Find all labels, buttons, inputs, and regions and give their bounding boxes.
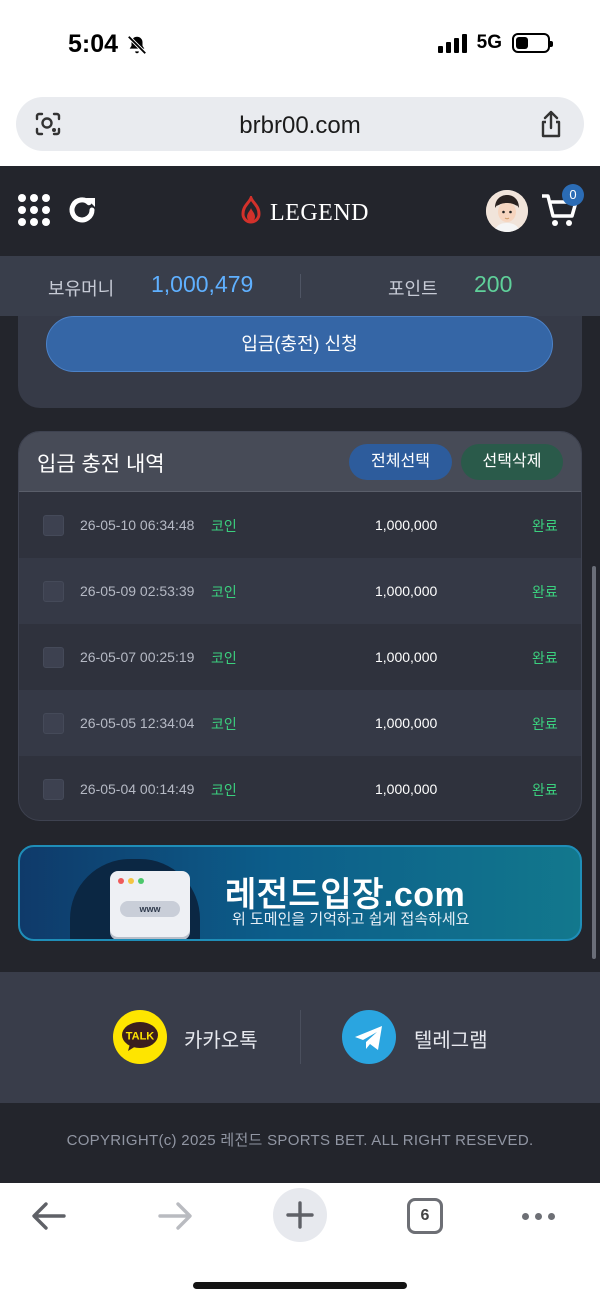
delete-selected-button[interactable]: 선택삭제 bbox=[461, 444, 563, 480]
signal-icon bbox=[437, 33, 467, 53]
row-amount: 1,000,000 bbox=[375, 583, 438, 599]
history-row: 26-05-04 00:14:49 코인 1,000,000 완료 bbox=[19, 756, 581, 820]
money-label: 보유머니 bbox=[48, 279, 115, 299]
new-tab-button[interactable] bbox=[273, 1188, 327, 1242]
flame-logo-icon bbox=[241, 196, 261, 224]
www-label: www bbox=[120, 901, 180, 917]
deposit-card: 입금(충전) 신청 bbox=[18, 316, 582, 408]
bell-slash-icon bbox=[127, 34, 147, 55]
status-bar: 5:04 5G bbox=[0, 0, 600, 90]
row-date: 26-05-09 02:53:39 bbox=[80, 583, 195, 599]
row-date: 26-05-04 00:14:49 bbox=[80, 781, 195, 797]
site-logo[interactable]: LEGEND bbox=[238, 196, 369, 230]
row-status: 완료 bbox=[532, 782, 558, 798]
point-label: 포인트 bbox=[388, 279, 438, 299]
row-amount: 1,000,000 bbox=[375, 715, 438, 731]
copyright-text: COPYRIGHT(c) 2025 레전드 SPORTS BET. ALL RI… bbox=[0, 1103, 600, 1183]
kakaotalk-label[interactable]: 카카오톡 bbox=[184, 1024, 258, 1053]
row-type: 코인 bbox=[211, 518, 237, 534]
row-date: 26-05-07 00:25:19 bbox=[80, 649, 195, 665]
network-type: 5G bbox=[476, 32, 502, 53]
telegram-label[interactable]: 텔레그램 bbox=[414, 1024, 488, 1053]
url-text: brbr00.com bbox=[239, 112, 361, 139]
row-status: 완료 bbox=[532, 584, 558, 600]
status-time-group: 5:04 bbox=[68, 30, 148, 59]
domain-banner[interactable]: www 레전드입장.com 위 도메인을 기억하고 쉽게 접속하세요 bbox=[18, 845, 582, 941]
kakaotalk-icon[interactable]: TALK bbox=[113, 1010, 167, 1064]
telegram-icon[interactable] bbox=[342, 1010, 396, 1064]
more-options-icon[interactable] bbox=[522, 1213, 555, 1220]
select-all-button[interactable]: 전체선택 bbox=[349, 444, 452, 480]
row-status: 완료 bbox=[532, 650, 558, 666]
row-amount: 1,000,000 bbox=[375, 517, 438, 533]
browser-window-icon: www bbox=[110, 871, 190, 937]
row-date: 26-05-10 06:34:48 bbox=[80, 517, 195, 533]
share-icon[interactable] bbox=[538, 109, 564, 144]
row-type: 코인 bbox=[211, 650, 237, 666]
status-indicators: 5G bbox=[437, 32, 553, 54]
balance-divider bbox=[300, 274, 301, 298]
row-amount: 1,000,000 bbox=[375, 649, 438, 665]
home-indicator bbox=[193, 1282, 407, 1289]
row-checkbox[interactable] bbox=[43, 647, 64, 668]
row-type: 코인 bbox=[211, 782, 237, 798]
row-date: 26-05-05 12:34:04 bbox=[80, 715, 195, 731]
cart-count-badge: 0 bbox=[562, 184, 584, 206]
grid-menu-icon[interactable] bbox=[18, 194, 50, 226]
avatar[interactable] bbox=[486, 190, 528, 232]
row-type: 코인 bbox=[211, 716, 237, 732]
banner-subtitle: 위 도메인을 기억하고 쉽게 접속하세요 bbox=[232, 911, 470, 928]
social-divider bbox=[300, 1010, 301, 1064]
battery-level bbox=[516, 37, 528, 49]
address-bar[interactable]: brbr00.com bbox=[16, 97, 584, 151]
money-value: 1,000,479 bbox=[151, 271, 254, 297]
logo-text: LEGEND bbox=[270, 199, 369, 226]
row-checkbox[interactable] bbox=[43, 713, 64, 734]
row-amount: 1,000,000 bbox=[375, 781, 438, 797]
row-checkbox[interactable] bbox=[43, 779, 64, 800]
row-type: 코인 bbox=[211, 584, 237, 600]
back-arrow-icon[interactable] bbox=[30, 1199, 68, 1238]
row-checkbox[interactable] bbox=[43, 581, 64, 602]
tab-count-button[interactable]: 6 bbox=[407, 1198, 443, 1234]
deposit-history-card: 입금 충전 내역 전체선택 선택삭제 26-05-10 06:34:48 코인 … bbox=[18, 431, 582, 821]
row-status: 완료 bbox=[532, 518, 558, 534]
row-checkbox[interactable] bbox=[43, 515, 64, 536]
history-row: 26-05-05 12:34:04 코인 1,000,000 완료 bbox=[19, 690, 581, 756]
history-row: 26-05-10 06:34:48 코인 1,000,000 완료 bbox=[19, 492, 581, 558]
forward-arrow-icon[interactable] bbox=[156, 1199, 194, 1238]
balance-bar: 보유머니 1,000,479 포인트 200 bbox=[0, 256, 600, 316]
deposit-apply-button[interactable]: 입금(충전) 신청 bbox=[46, 316, 553, 372]
history-title: 입금 충전 내역 bbox=[37, 453, 165, 476]
row-status: 완료 bbox=[532, 716, 558, 732]
kakao-badge-text: TALK bbox=[126, 1031, 155, 1043]
page-scrollbar[interactable] bbox=[592, 566, 596, 959]
battery-icon bbox=[512, 33, 553, 53]
site-header: LEGEND bbox=[0, 166, 600, 256]
browser-address-area: brbr00.com bbox=[0, 90, 600, 166]
history-header: 입금 충전 내역 전체선택 선택삭제 bbox=[19, 432, 581, 492]
history-row: 26-05-07 00:25:19 코인 1,000,000 완료 bbox=[19, 624, 581, 690]
refresh-icon[interactable] bbox=[64, 192, 100, 233]
social-links: TALK 카카오톡 텔레그램 bbox=[0, 972, 600, 1103]
point-value: 200 bbox=[474, 271, 513, 297]
plus-icon bbox=[286, 1201, 314, 1229]
history-row: 26-05-09 02:53:39 코인 1,000,000 완료 bbox=[19, 558, 581, 624]
status-time: 5:04 bbox=[68, 30, 119, 58]
